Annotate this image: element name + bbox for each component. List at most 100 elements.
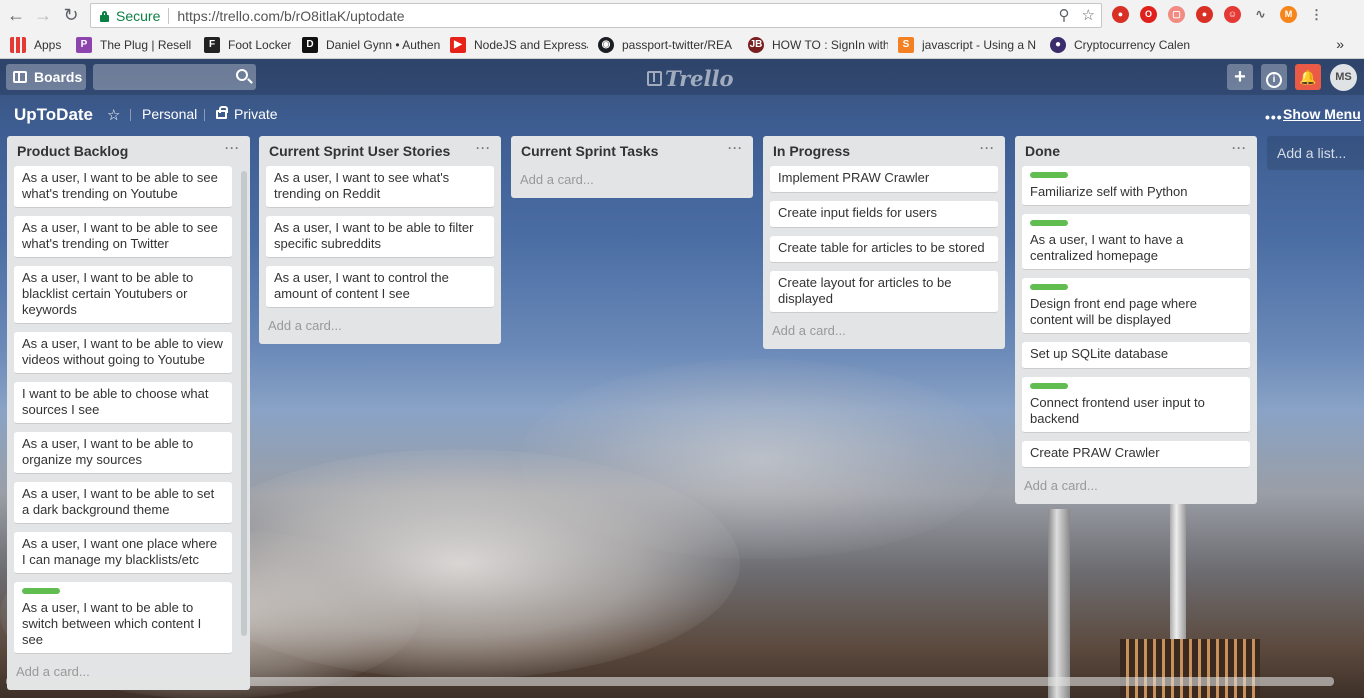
bookmark-the-plug[interactable]: P The Plug | Resell Cart [76, 36, 194, 53]
info-icon: i [1266, 72, 1282, 88]
bell-icon: 🔔 [1299, 69, 1317, 85]
card[interactable]: As a user, I want to be able to see what… [14, 166, 232, 208]
list-menu-icon[interactable]: ··· [476, 142, 491, 166]
url-text[interactable]: https://trello.com/b/rO8itlaK/uptodate [177, 8, 404, 24]
back-arrow-icon[interactable]: ← [5, 4, 27, 26]
bookmark-label: javascript - Using a N [922, 37, 1037, 52]
extension-person-icon[interactable]: ☺ [1224, 6, 1241, 23]
team-button[interactable]: Personal [142, 106, 197, 122]
card[interactable]: As a user, I want to be able to organize… [14, 432, 232, 474]
extension-record-icon[interactable]: ● [1196, 6, 1213, 23]
list-title[interactable]: Current Sprint Tasks [521, 143, 658, 166]
card[interactable]: As a user, I want to be able to blacklis… [14, 266, 232, 324]
card[interactable]: As a user, I want one place where I can … [14, 532, 232, 574]
bookmark-how-to-signin[interactable]: JB HOW TO : SignIn with [748, 36, 888, 53]
more-dots-icon[interactable]: ••• [1265, 109, 1283, 125]
card[interactable]: I want to be able to choose what sources… [14, 382, 232, 424]
bookmark-nodejs-express[interactable]: ▶ NodeJS and ExpressJS [450, 36, 588, 53]
extension-toolbar: ● O ▢ ● ☺ ∿ M ⋮ [1112, 6, 1325, 23]
card-text: Design front end page where content will… [1030, 296, 1197, 327]
add-list-button[interactable]: Add a list... [1267, 136, 1364, 170]
green-label [22, 588, 60, 594]
card[interactable]: Create table for articles to be stored [770, 236, 998, 263]
list-menu-icon[interactable]: ··· [728, 142, 743, 166]
card[interactable]: As a user, I want to be able to set a da… [14, 482, 232, 524]
board-title[interactable]: UpToDate [14, 105, 93, 125]
foot-locker-icon: F [204, 36, 220, 53]
list-in-progress: In Progress ··· Implement PRAW Crawler C… [763, 136, 1005, 349]
list-menu-icon[interactable]: ··· [1232, 142, 1247, 166]
avatar[interactable]: MS [1330, 64, 1357, 91]
pulse-monitor-icon[interactable]: ∿ [1252, 6, 1269, 23]
card[interactable]: Create PRAW Crawler [1022, 441, 1250, 468]
list-header[interactable]: Current Sprint User Stories ··· [259, 136, 501, 166]
card[interactable]: As a user, I want to see what's trending… [266, 166, 494, 208]
star-icon[interactable]: ☆ [107, 106, 120, 124]
add-card-link[interactable]: Add a card... [1015, 476, 1257, 504]
search-icon[interactable] [236, 69, 248, 81]
bookmark-label: NodeJS and ExpressJS [474, 37, 588, 52]
list-menu-icon[interactable]: ··· [980, 142, 995, 166]
trello-logo[interactable]: Trello [647, 66, 734, 91]
bookmarks-bar: Apps P The Plug | Resell Cart F Foot Loc… [0, 32, 1364, 57]
visibility-button[interactable]: Private [234, 106, 278, 122]
board-horizontal-scrollbar[interactable] [6, 677, 1334, 686]
list-product-backlog: Product Backlog ··· As a user, I want to… [7, 136, 250, 690]
more-bookmarks-icon[interactable]: » [1336, 36, 1344, 52]
stackoverflow-icon: S [898, 36, 914, 53]
bookmark-daniel-gynn[interactable]: D Daniel Gynn • Authen [302, 36, 440, 53]
bookmark-foot-locker[interactable]: F Foot Locker [204, 36, 292, 53]
add-card-link[interactable]: Add a card... [511, 166, 753, 198]
list-header[interactable]: Product Backlog ··· [7, 136, 250, 166]
card[interactable]: Set up SQLite database [1022, 342, 1250, 369]
list-scrollbar[interactable] [241, 171, 247, 636]
zoom-magnifier-icon[interactable]: ⚲ [1059, 6, 1070, 24]
add-button[interactable]: + [1227, 64, 1253, 90]
bookmark-javascript[interactable]: S javascript - Using a N [898, 36, 1040, 53]
extension-badge-icon[interactable]: ▢ [1168, 6, 1185, 23]
list-menu-icon[interactable]: ··· [225, 142, 240, 166]
bookmark-label: Daniel Gynn • Authen [326, 37, 440, 52]
bookmark-star-icon[interactable]: ☆ [1082, 6, 1095, 24]
add-card-link[interactable]: Add a card... [763, 321, 1005, 349]
card[interactable]: Connect frontend user input to backend [1022, 377, 1250, 433]
list-title[interactable]: In Progress [773, 143, 850, 166]
chrome-menu-icon[interactable]: ⋮ [1308, 6, 1325, 23]
metamask-fox-icon[interactable]: M [1280, 6, 1297, 23]
address-bar[interactable]: Secure https://trello.com/b/rO8itlaK/upt… [90, 3, 1102, 28]
card[interactable]: Familiarize self with Python [1022, 166, 1250, 206]
opera-vpn-icon[interactable]: O [1140, 6, 1157, 23]
forward-arrow-icon[interactable]: → [32, 4, 54, 26]
list-header[interactable]: In Progress ··· [763, 136, 1005, 166]
info-button[interactable]: i [1261, 64, 1287, 90]
card[interactable]: As a user, I want to be able to view vid… [14, 332, 232, 374]
list-title[interactable]: Current Sprint User Stories [269, 143, 450, 166]
card[interactable]: As a user, I want to have a centralized … [1022, 214, 1250, 270]
bookmark-cryptocurrency[interactable]: ● Cryptocurrency Calen [1050, 36, 1190, 53]
bookmark-apps[interactable]: Apps [10, 36, 66, 53]
add-card-link[interactable]: Add a card... [259, 316, 501, 344]
card[interactable]: Design front end page where content will… [1022, 278, 1250, 334]
show-menu-link[interactable]: Show Menu [1283, 106, 1361, 122]
card[interactable]: Create layout for articles to be display… [770, 271, 998, 313]
card[interactable]: Implement PRAW Crawler [770, 166, 998, 193]
card[interactable]: As a user, I want to be able to switch b… [14, 582, 232, 654]
list-title[interactable]: Product Backlog [17, 143, 128, 166]
extension-red-circle-icon[interactable]: ● [1112, 6, 1129, 23]
search-input[interactable] [93, 64, 256, 90]
bookmark-passport-twitter[interactable]: ◉ passport-twitter/REA [598, 36, 738, 53]
card[interactable]: Create input fields for users [770, 201, 998, 228]
card[interactable]: As a user, I want to control the amount … [266, 266, 494, 308]
letter-d-icon: D [302, 36, 318, 53]
card-text: As a user, I want to be able to switch b… [22, 600, 202, 647]
list-header[interactable]: Current Sprint Tasks ··· [511, 136, 753, 166]
card[interactable]: As a user, I want to be able to see what… [14, 216, 232, 258]
boards-button[interactable]: Boards [6, 64, 86, 90]
list-header[interactable]: Done ··· [1015, 136, 1257, 166]
scrollbar-thumb[interactable] [6, 677, 1334, 686]
bookmark-label: passport-twitter/REA [622, 37, 733, 52]
reload-icon[interactable]: ↻ [60, 4, 82, 26]
list-title[interactable]: Done [1025, 143, 1060, 166]
notifications-button[interactable]: 🔔 [1295, 64, 1321, 90]
card[interactable]: As a user, I want to be able to filter s… [266, 216, 494, 258]
